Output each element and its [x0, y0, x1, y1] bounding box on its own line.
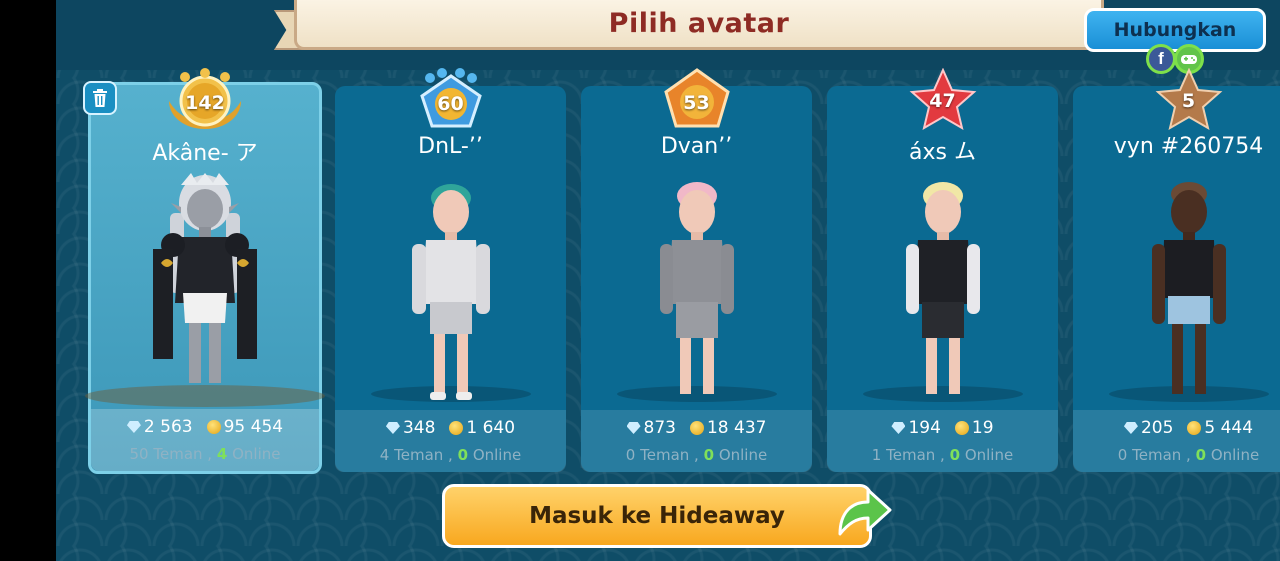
connect-button[interactable]: Hubungkan [1084, 8, 1266, 52]
friends-label: Teman , [640, 446, 699, 464]
level-number: 142 [185, 92, 225, 114]
curved-arrow-icon[interactable] [834, 486, 892, 538]
avatar-card-4[interactable]: 47 áxs ム 194 19 1 Teman , 0 Online [827, 68, 1058, 472]
coin-count: 95 454 [223, 417, 284, 437]
level-number: 5 [1181, 90, 1196, 112]
avatar-currency: 873 18 437 [581, 418, 812, 438]
avatar-currency: 348 1 640 [335, 418, 566, 438]
gem-count: 873 [643, 418, 676, 438]
avatar-name: áxs ム [909, 140, 976, 165]
gem-icon [1123, 422, 1138, 434]
page-title: Pilih avatar [608, 8, 790, 39]
level-number: 53 [683, 92, 710, 114]
level-badge-bronze-star: 5 [1154, 68, 1224, 130]
gem-count: 2 563 [143, 417, 193, 437]
avatar-card-1[interactable]: 142 Akâne- ア 2 563 95 454 50 Teman , 4 On… [83, 68, 325, 474]
avatar-card-5[interactable]: 5 vyn #260754 205 5 444 0 Teman , 0 Onlin… [1073, 68, 1280, 472]
online-count: 0 [457, 446, 469, 464]
coin-count: 5 444 [1204, 418, 1254, 438]
avatar-friends: 50 Teman , 4 Online [91, 445, 319, 463]
avatar-currency: 205 5 444 [1073, 418, 1280, 438]
avatar-name: vyn #260754 [1113, 134, 1264, 159]
level-badge-gold-laurel: 142 [163, 67, 247, 131]
online-label: Online [1210, 446, 1260, 464]
avatar-stats: 348 1 640 4 Teman , 0 Online [335, 410, 566, 472]
friends-label: Teman , [1132, 446, 1191, 464]
gem-count: 348 [402, 418, 436, 438]
avatar-name: DnL-’’ [418, 134, 483, 159]
avatar-currency: 194 19 [827, 418, 1058, 438]
friends-label: Teman , [153, 445, 213, 463]
friend-count: 0 [1117, 446, 1128, 464]
level-number: 47 [929, 90, 956, 112]
coin-icon [1187, 421, 1202, 435]
level-number: 60 [437, 93, 464, 115]
friend-count: 1 [871, 446, 882, 464]
avatar-name: Akâne- ア [152, 141, 258, 166]
coin-count: 19 [971, 418, 994, 438]
avatar-stats: 205 5 444 0 Teman , 0 Online [1073, 410, 1280, 472]
online-label: Online [718, 446, 768, 464]
coin-count: 1 640 [466, 418, 516, 438]
avatar-friends: 1 Teman , 0 Online [827, 446, 1058, 464]
level-badge-red-star: 47 [908, 68, 978, 130]
ribbon-body: Pilih avatar [294, 0, 1104, 50]
avatar-card-3[interactable]: 53 Dvan’’ 873 18 437 0 Teman , 0 Online [581, 68, 812, 472]
avatar-figure-5 [1151, 182, 1226, 394]
avatar-figure-4 [905, 182, 980, 394]
online-label: Online [232, 445, 281, 463]
gem-icon [626, 422, 641, 434]
coin-icon [954, 421, 969, 435]
avatar-name: Dvan’’ [660, 134, 733, 159]
facebook-glyph: f [1158, 49, 1164, 68]
online-label: Online [964, 446, 1014, 464]
coin-icon [449, 421, 464, 435]
gem-icon [891, 422, 906, 434]
online-count: 4 [216, 445, 228, 463]
level-badge-blue-pentagon: 60 [416, 68, 486, 130]
friends-label: Teman , [394, 446, 453, 464]
avatar-card-2[interactable]: 60 DnL-’’ 348 1 640 4 Teman , 0 Online [335, 68, 566, 472]
avatar-figure-1 [153, 173, 257, 383]
friends-label: Teman , [886, 446, 945, 464]
avatar-friends: 4 Teman , 0 Online [335, 446, 566, 464]
gem-icon [126, 421, 141, 433]
gem-icon [385, 422, 400, 434]
avatar-friends: 0 Teman , 0 Online [581, 446, 812, 464]
level-badge-orange-pentagon: 53 [662, 68, 732, 130]
coin-icon [206, 420, 221, 434]
online-count: 0 [703, 446, 715, 464]
online-label: Online [472, 446, 522, 464]
title-ribbon: Pilih avatar [274, 0, 1124, 58]
online-count: 0 [1195, 446, 1207, 464]
trash-icon[interactable] [83, 81, 117, 115]
avatar-friends: 0 Teman , 0 Online [1073, 446, 1280, 464]
friend-count: 4 [379, 446, 390, 464]
avatar-currency: 2 563 95 454 [91, 417, 319, 437]
coin-icon [689, 421, 704, 435]
friend-count: 50 [129, 445, 149, 463]
gem-count: 194 [908, 418, 941, 438]
avatar-stats: 194 19 1 Teman , 0 Online [827, 410, 1058, 472]
enter-hideaway-button[interactable]: Masuk ke Hideaway [442, 484, 872, 548]
avatar-figure-2 [411, 184, 490, 400]
online-count: 0 [949, 446, 961, 464]
friend-count: 0 [625, 446, 636, 464]
avatar-select-screen: Pilih avatar Hubungkan f 142 Akâne- ア 2 … [56, 0, 1280, 561]
gem-count: 205 [1140, 418, 1174, 438]
avatar-stats: 873 18 437 0 Teman , 0 Online [581, 410, 812, 472]
avatar-stats: 2 563 95 454 50 Teman , 4 Online [91, 409, 319, 471]
coin-count: 18 437 [706, 418, 767, 438]
avatar-figure-3 [659, 182, 734, 394]
